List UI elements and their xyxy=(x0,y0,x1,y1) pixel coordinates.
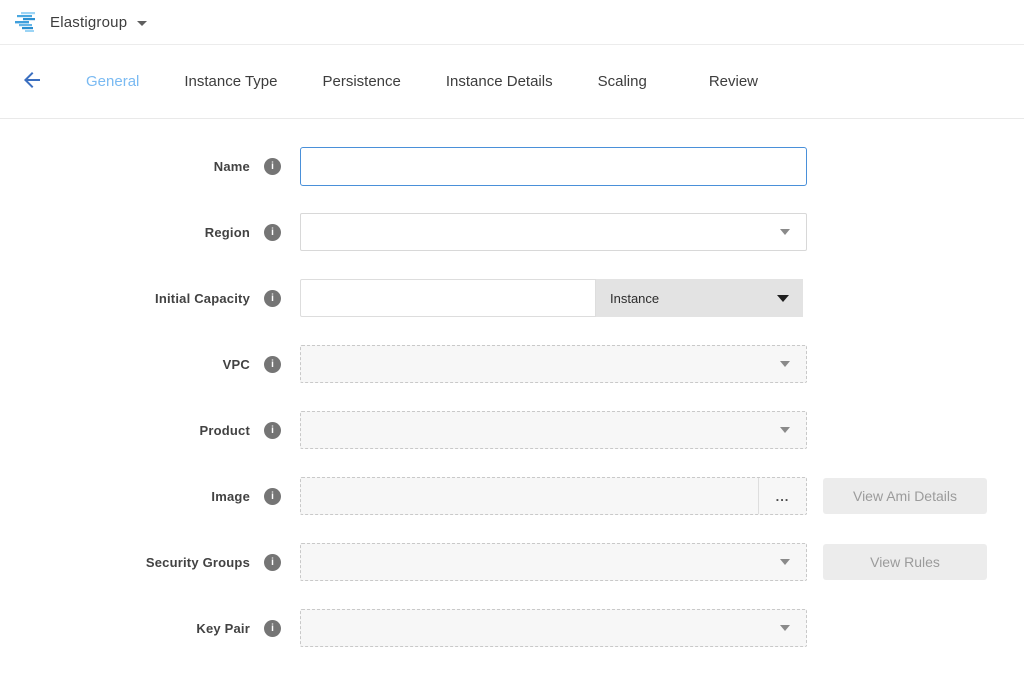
view-rules-button[interactable]: View Rules xyxy=(823,544,987,580)
tab-review[interactable]: Review xyxy=(709,73,758,90)
image-label: Image xyxy=(0,489,250,504)
initial-capacity-label: Initial Capacity xyxy=(0,291,250,306)
field-row-product: Product i xyxy=(0,411,1024,449)
info-icon[interactable]: i xyxy=(264,554,281,571)
image-input: ... xyxy=(300,477,807,515)
back-button[interactable] xyxy=(20,70,46,94)
capacity-unit-value: Instance xyxy=(610,291,659,306)
field-row-initial-capacity: Initial Capacity i Instance xyxy=(0,279,1024,317)
wizard-tabs: General Instance Type Persistence Instan… xyxy=(86,73,803,90)
product-select xyxy=(300,411,807,449)
security-groups-label: Security Groups xyxy=(0,555,250,570)
app-switcher-caret-icon[interactable] xyxy=(137,21,147,26)
name-input[interactable] xyxy=(300,147,807,186)
chevron-down-icon xyxy=(780,361,790,367)
field-row-name: Name i xyxy=(0,147,1024,185)
chevron-down-icon xyxy=(780,229,790,235)
initial-capacity-input[interactable] xyxy=(300,279,596,317)
arrow-back-icon xyxy=(20,68,44,95)
key-pair-select xyxy=(300,609,807,647)
view-ami-details-button[interactable]: View Ami Details xyxy=(823,478,987,514)
chevron-down-icon xyxy=(780,427,790,433)
region-select[interactable] xyxy=(300,213,807,251)
elastigroup-logo-icon xyxy=(14,10,40,34)
image-browse-button[interactable]: ... xyxy=(759,478,806,514)
field-row-region: Region i xyxy=(0,213,1024,251)
top-bar: Elastigroup xyxy=(0,0,1024,45)
chevron-down-icon xyxy=(780,559,790,565)
tab-persistence[interactable]: Persistence xyxy=(323,73,401,90)
field-row-vpc: VPC i xyxy=(0,345,1024,383)
tab-instance-details[interactable]: Instance Details xyxy=(446,73,553,90)
field-row-image: Image i ... View Ami Details xyxy=(0,477,1024,515)
app-switcher-label[interactable]: Elastigroup xyxy=(50,14,127,31)
tab-scaling[interactable]: Scaling xyxy=(598,73,647,90)
tab-general[interactable]: General xyxy=(86,73,139,90)
info-icon[interactable]: i xyxy=(264,356,281,373)
capacity-unit-select[interactable]: Instance xyxy=(596,279,803,317)
vpc-label: VPC xyxy=(0,357,250,372)
chevron-down-icon xyxy=(780,625,790,631)
info-icon[interactable]: i xyxy=(264,224,281,241)
product-label: Product xyxy=(0,423,250,438)
general-settings-form: Name i Region i Initial Capacity i Insta… xyxy=(0,119,1024,647)
key-pair-label: Key Pair xyxy=(0,621,250,636)
field-row-security-groups: Security Groups i View Rules xyxy=(0,543,1024,581)
tab-instance-type[interactable]: Instance Type xyxy=(184,73,277,90)
field-row-key-pair: Key Pair i xyxy=(0,609,1024,647)
info-icon[interactable]: i xyxy=(264,620,281,637)
wizard-tab-bar: General Instance Type Persistence Instan… xyxy=(0,45,1024,119)
security-groups-select xyxy=(300,543,807,581)
vpc-select xyxy=(300,345,807,383)
name-label: Name xyxy=(0,159,250,174)
info-icon[interactable]: i xyxy=(264,158,281,175)
info-icon[interactable]: i xyxy=(264,290,281,307)
info-icon[interactable]: i xyxy=(264,422,281,439)
image-value xyxy=(301,478,759,514)
info-icon[interactable]: i xyxy=(264,488,281,505)
chevron-down-icon xyxy=(777,295,789,302)
region-label: Region xyxy=(0,225,250,240)
